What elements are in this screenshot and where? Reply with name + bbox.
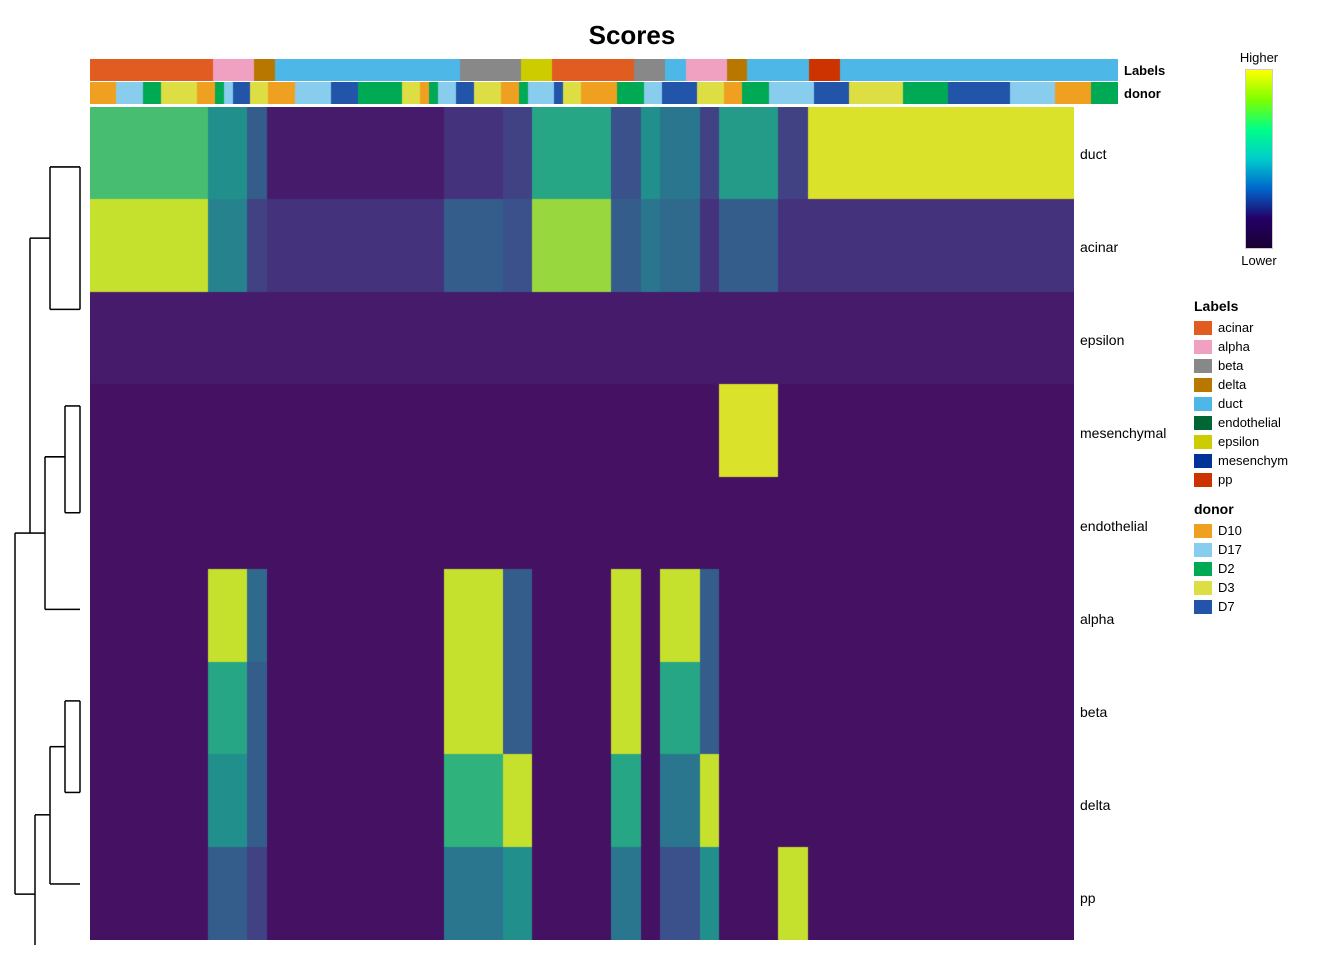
legend-item: D17 (1194, 542, 1324, 557)
legend-item-label: D7 (1218, 599, 1235, 614)
legend-color (1194, 543, 1212, 557)
colorscale-low-label: Lower (1241, 253, 1276, 268)
legend-item: mesenchym (1194, 453, 1324, 468)
legend-item-label: acinar (1218, 320, 1253, 335)
legend-item-label: D17 (1218, 542, 1242, 557)
dendrogram-left (10, 111, 90, 945)
legend-item-label: epsilon (1218, 434, 1259, 449)
legend-item: pp (1194, 472, 1324, 487)
legend-item-label: duct (1218, 396, 1243, 411)
donor-annotation-bar (90, 82, 1118, 104)
legend-color (1194, 524, 1212, 538)
legend-color (1194, 435, 1212, 449)
row-label: delta (1080, 797, 1174, 813)
legend-color (1194, 600, 1212, 614)
row-label: alpha (1080, 611, 1174, 627)
row-labels: duct acinar epsilon mesenchymal endothelial a… (1074, 107, 1174, 945)
legend-color (1194, 321, 1212, 335)
donor-legend-title: donor (1194, 501, 1324, 517)
row-label: duct (1080, 146, 1174, 162)
donor-annotation-label: donor (1124, 86, 1174, 101)
legend-item: acinar (1194, 320, 1324, 335)
legend-item-label: beta (1218, 358, 1243, 373)
legend-area: Higher Lower Labels acinar alpha beta delta… (1174, 20, 1334, 940)
chart-title: Scores (90, 20, 1174, 51)
annotation-rows: Labels donor (90, 59, 1174, 105)
legend-item-label: pp (1218, 472, 1232, 487)
row-label: epsilon (1080, 332, 1174, 348)
legend-item-label: D10 (1218, 523, 1242, 538)
legend-item: alpha (1194, 339, 1324, 354)
legend-item-label: endothelial (1218, 415, 1281, 430)
labels-annotation-bar (90, 59, 1118, 81)
legend-item-label: D2 (1218, 561, 1235, 576)
row-label: acinar (1080, 239, 1174, 255)
legend-item: D7 (1194, 599, 1324, 614)
legend-item: endothelial (1194, 415, 1324, 430)
legend-color (1194, 473, 1212, 487)
legend-color (1194, 397, 1212, 411)
labels-annotation-label: Labels (1124, 63, 1174, 78)
legend-item: delta (1194, 377, 1324, 392)
legend-color (1194, 359, 1212, 373)
heatmap-main (90, 107, 1074, 945)
legend-item: epsilon (1194, 434, 1324, 449)
legend-item: beta (1194, 358, 1324, 373)
legend-color (1194, 378, 1212, 392)
colorscale-high-label: Higher (1240, 50, 1278, 65)
legend-item: D3 (1194, 580, 1324, 595)
legend-color (1194, 562, 1212, 576)
labels-legend-title: Labels (1194, 298, 1324, 314)
legend-item-label: alpha (1218, 339, 1250, 354)
row-label: mesenchymal (1080, 425, 1174, 441)
legend-item-label: D3 (1218, 580, 1235, 595)
legend-item-label: delta (1218, 377, 1246, 392)
legend-color (1194, 340, 1212, 354)
legend-item-label: mesenchym (1218, 453, 1288, 468)
legend-item: D2 (1194, 561, 1324, 576)
row-label: pp (1080, 890, 1174, 906)
legend-color (1194, 581, 1212, 595)
colorscale-bar (1245, 69, 1273, 249)
row-label: endothelial (1080, 518, 1174, 534)
legend-color (1194, 454, 1212, 468)
legend-item: D10 (1194, 523, 1324, 538)
legend-color (1194, 416, 1212, 430)
labels-legend-items: acinar alpha beta delta duct endothelial epsil… (1194, 320, 1324, 491)
color-scale: Higher Lower (1194, 50, 1324, 268)
legend-item: duct (1194, 396, 1324, 411)
row-label: beta (1080, 704, 1174, 720)
donor-legend-items: D10 D17 D2 D3 D7 (1194, 523, 1324, 618)
